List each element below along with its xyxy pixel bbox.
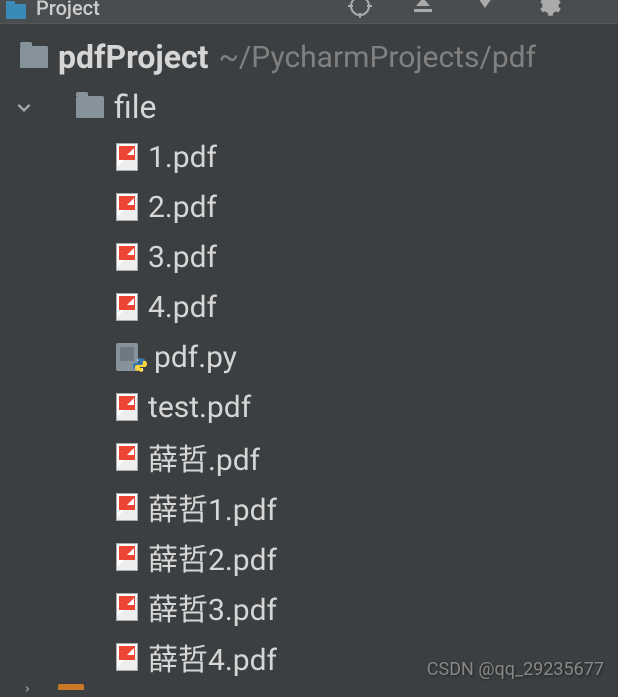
pdf-file-icon: [116, 143, 138, 171]
file-row[interactable]: 薛哲1.pdf: [0, 482, 618, 532]
file-name: 1.pdf: [148, 140, 217, 175]
project-root-row[interactable]: pdfProject ~/PycharmProjects/pdf: [0, 32, 618, 82]
file-name: 薛哲4.pdf: [148, 635, 277, 679]
project-icon: [6, 1, 26, 23]
watermark: CSDN @qq_29235677: [427, 659, 604, 680]
python-file-icon: [116, 343, 144, 371]
chevron-down-icon[interactable]: [14, 98, 34, 116]
file-row[interactable]: pdf.py: [0, 332, 618, 382]
toolbar-icons: [348, 0, 612, 31]
file-name: 薛哲2.pdf: [148, 535, 277, 579]
top-bar: Project: [0, 0, 618, 24]
file-row[interactable]: 2.pdf: [0, 182, 618, 232]
pdf-file-icon: [116, 193, 138, 221]
pdf-file-icon: [116, 493, 138, 521]
pdf-file-icon: [116, 593, 138, 621]
collapse-icon[interactable]: [412, 0, 434, 21]
pdf-file-icon: [116, 443, 138, 471]
file-name: test.pdf: [148, 390, 251, 425]
file-row[interactable]: 4.pdf: [0, 282, 618, 332]
file-list: 1.pdf 2.pdf 3.pdf 4.pdf pdf.py test.pdf 薛哲.pdf…: [0, 132, 618, 682]
file-name: 薛哲3.pdf: [148, 585, 277, 629]
locate-icon[interactable]: [348, 0, 372, 22]
file-row[interactable]: 3.pdf: [0, 232, 618, 282]
panel-title: Project: [36, 0, 342, 28]
file-row[interactable]: 薛哲2.pdf: [0, 532, 618, 582]
file-row[interactable]: test.pdf: [0, 382, 618, 432]
pdf-file-icon: [116, 293, 138, 321]
pdf-file-icon: [116, 543, 138, 571]
orange-folder-icon: [58, 684, 84, 690]
folder-row[interactable]: file: [0, 82, 618, 132]
file-name: pdf.py: [154, 340, 237, 375]
file-name: 2.pdf: [148, 190, 217, 225]
file-name: 4.pdf: [148, 290, 217, 325]
gear-icon[interactable]: [536, 0, 562, 23]
file-row[interactable]: 1.pdf: [0, 132, 618, 182]
file-name: 薛哲1.pdf: [148, 485, 277, 529]
folder-icon: [76, 96, 104, 118]
project-name: pdfProject: [58, 38, 209, 76]
folder-icon: [20, 46, 48, 68]
pdf-file-icon: [116, 393, 138, 421]
bottom-strip: [0, 682, 618, 692]
project-tree: pdfProject ~/PycharmProjects/pdf file 1.…: [0, 24, 618, 682]
chevron-right-icon[interactable]: [20, 678, 34, 697]
file-row[interactable]: 薛哲3.pdf: [0, 582, 618, 632]
project-path: ~/PycharmProjects/pdf: [219, 40, 537, 75]
file-name: 薛哲.pdf: [148, 435, 260, 479]
pdf-file-icon: [116, 643, 138, 671]
file-name: 3.pdf: [148, 240, 217, 275]
folder-name: file: [114, 88, 156, 126]
file-row[interactable]: 薛哲.pdf: [0, 432, 618, 482]
expand-icon[interactable]: [474, 0, 496, 21]
pdf-file-icon: [116, 243, 138, 271]
